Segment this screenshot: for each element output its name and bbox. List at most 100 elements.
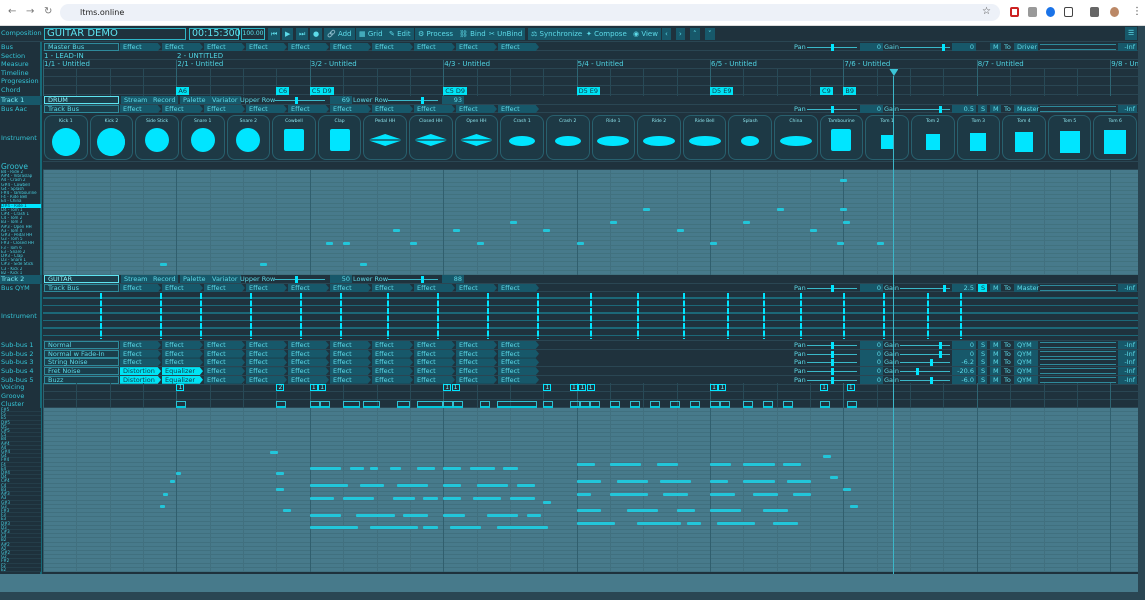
effect-slot[interactable]: Effect (162, 349, 203, 358)
chord-marker[interactable]: C6 (276, 87, 290, 95)
drum-note[interactable] (453, 229, 461, 233)
pan-value[interactable]: 0 (860, 349, 883, 358)
drum-note[interactable] (643, 208, 651, 212)
drum-note[interactable] (609, 220, 617, 224)
reload-icon[interactable]: ↻ (44, 6, 52, 17)
lower-row-value[interactable]: 93 (442, 96, 464, 104)
guitar-note[interactable] (309, 513, 342, 517)
guitar-note[interactable] (369, 526, 418, 530)
fret-marker[interactable] (339, 293, 342, 339)
effect-slot[interactable]: Effect (414, 284, 455, 292)
fret-marker[interactable] (843, 293, 846, 339)
effect-slot[interactable]: Equalizer (162, 375, 203, 384)
guitar-note[interactable] (626, 509, 658, 513)
guitar-note[interactable] (473, 496, 502, 500)
lower-row-slider[interactable] (388, 276, 438, 283)
output-destination[interactable]: QYM (1014, 341, 1038, 349)
fret-marker[interactable] (926, 293, 929, 339)
drum-note[interactable] (476, 241, 484, 245)
voicing-marker[interactable]: 1 (586, 384, 595, 391)
guitar-note[interactable] (609, 492, 648, 496)
pan-slider-knob[interactable] (831, 106, 834, 113)
fret-marker[interactable] (883, 293, 886, 339)
output-destination[interactable]: Master (1014, 284, 1039, 292)
solo-button[interactable]: S (978, 284, 987, 292)
drum-note[interactable] (259, 262, 267, 266)
fret-marker[interactable] (636, 293, 639, 339)
effect-slot[interactable]: Effect (456, 284, 497, 292)
guitar-note[interactable] (783, 463, 802, 467)
guitar-note[interactable] (716, 522, 755, 526)
pan-slider-knob[interactable] (831, 368, 834, 376)
measure-label[interactable]: 3/2 - Untitled (311, 60, 357, 68)
instrument-tile-side-stick[interactable]: Side Stick (135, 115, 179, 160)
section-label[interactable]: 1 - LEAD-IN (44, 52, 84, 60)
cluster-block[interactable] (176, 401, 187, 408)
pan-value[interactable]: 0 (860, 358, 883, 367)
effect-slot[interactable]: Effect (456, 43, 497, 51)
guitar-note[interactable] (486, 513, 518, 517)
guitar-note[interactable] (676, 509, 695, 513)
guitar-note[interactable] (743, 479, 775, 483)
effect-slot[interactable]: Effect (330, 284, 371, 292)
guitar-note[interactable] (356, 513, 395, 517)
mute-button[interactable]: M (990, 105, 1001, 113)
effect-slot[interactable]: Effect (120, 105, 161, 113)
guitar-note[interactable] (449, 526, 482, 530)
solo-button[interactable]: S (978, 375, 987, 384)
effect-slot[interactable]: Effect (372, 284, 413, 292)
guitar-note[interactable] (359, 484, 385, 488)
effect-slot[interactable]: Effect (456, 358, 497, 367)
guitar-note[interactable] (663, 492, 688, 496)
cluster-block[interactable] (443, 401, 454, 408)
guitar-note[interactable] (423, 526, 438, 530)
track-stream-button[interactable]: Stream (121, 96, 151, 104)
instrument-tile-tom-6[interactable]: Tom 6 (1093, 115, 1137, 160)
gain-slider[interactable] (900, 350, 950, 358)
track-2-label[interactable]: Track 2 (0, 275, 42, 284)
effect-slot[interactable]: Effect (288, 367, 329, 376)
guitar-note[interactable] (369, 467, 378, 471)
upper-row-knob[interactable] (295, 97, 298, 104)
instrument-tile-tom-1[interactable]: Tom 1 (865, 115, 909, 160)
cluster-block[interactable] (319, 401, 330, 408)
cluster-block[interactable] (846, 401, 857, 408)
track-variator-button[interactable]: Variator (209, 275, 241, 283)
drum-note[interactable] (836, 241, 844, 245)
hamburger-menu-icon[interactable]: ☰ (1125, 27, 1138, 40)
guitar-note[interactable] (823, 454, 832, 458)
voicing-marker[interactable]: 1 (820, 384, 829, 391)
instrument-tile-splash[interactable]: Splash (728, 115, 772, 160)
gain-slider[interactable] (900, 342, 950, 349)
effect-slot[interactable]: Effect (288, 43, 329, 51)
cluster-block[interactable] (589, 401, 600, 408)
guitar-note[interactable] (469, 467, 495, 471)
guitar-note[interactable] (443, 513, 465, 517)
cluster-block[interactable] (543, 401, 554, 408)
voicing-marker[interactable]: 1 (846, 384, 855, 391)
chord-marker[interactable]: C9 (820, 87, 833, 95)
effect-slot[interactable]: Effect (414, 349, 455, 358)
pan-slider-knob[interactable] (831, 342, 834, 349)
effect-slot[interactable]: Effect (162, 43, 203, 51)
instrument-tile-tom-3[interactable]: Tom 3 (956, 115, 1001, 160)
gain-slider[interactable] (900, 285, 950, 292)
track-palette-button[interactable]: Palette (180, 96, 209, 104)
cluster-block[interactable] (276, 401, 287, 408)
fret-marker[interactable] (726, 293, 729, 339)
effect-slot[interactable]: Effect (372, 349, 413, 358)
guitar-note[interactable] (169, 479, 175, 483)
effect-slot[interactable]: Effect (456, 349, 497, 358)
cluster-block[interactable] (710, 401, 720, 408)
guitar-note[interactable] (576, 509, 602, 513)
instrument-tile-crash-2[interactable]: Crash 2 (545, 115, 590, 160)
pan-slider-knob[interactable] (831, 350, 834, 358)
effect-slot[interactable]: Effect (246, 375, 287, 384)
guitar-note[interactable] (526, 513, 542, 517)
guitar-note[interactable] (773, 522, 799, 526)
groove-row-label[interactable]: B2 - Kick 1 (1, 271, 41, 275)
track-variator-button[interactable]: Variator (209, 96, 241, 104)
gain-value[interactable]: 0.5 (952, 105, 976, 113)
effect-slot[interactable]: Effect (330, 367, 371, 376)
gain-slider-knob[interactable] (930, 376, 933, 384)
